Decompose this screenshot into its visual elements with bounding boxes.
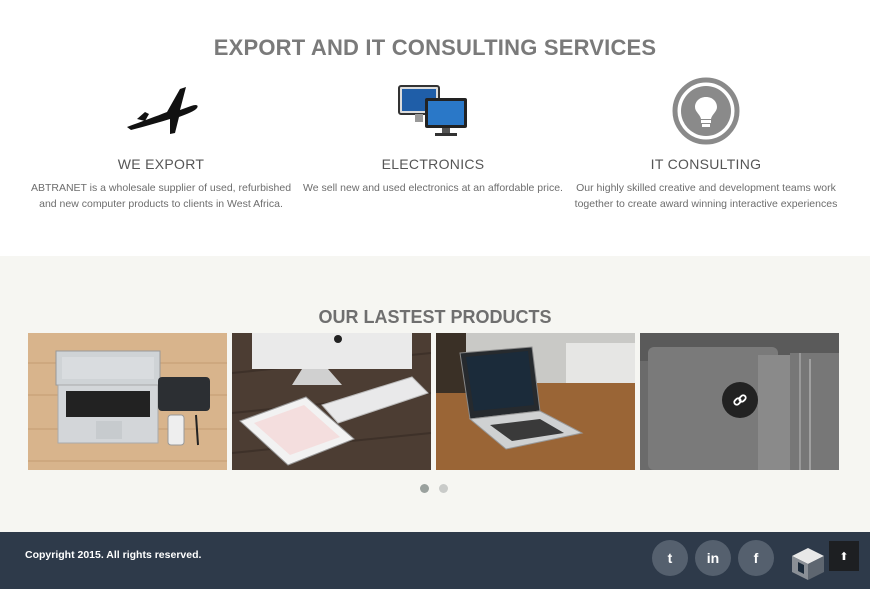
facebook-button[interactable]: f — [738, 540, 774, 576]
product-thumbnail-laptop-desk[interactable] — [28, 333, 227, 470]
linkedin-button[interactable]: in — [695, 540, 731, 576]
scroll-to-top-button[interactable]: ⬆ — [829, 541, 859, 571]
footer: Copyright 2015. All rights reserved. t i… — [0, 532, 870, 589]
carousel-pagination — [420, 484, 448, 493]
service-title: IT CONSULTING — [650, 156, 762, 172]
site-logo-cube — [790, 546, 826, 582]
link-icon[interactable] — [722, 382, 758, 418]
product-thumbnail-grey-laptop[interactable] — [640, 333, 839, 470]
service-electronics: ELECTRONICS We sell new and used electro… — [288, 78, 578, 196]
service-description: We sell new and used electronics at an a… — [303, 182, 563, 194]
arrow-up-icon: ⬆ — [839, 550, 849, 563]
products-section: OUR LASTEST PRODUCTS — [0, 256, 870, 532]
products-title: OUR LASTEST PRODUCTS — [318, 306, 552, 327]
copyright-text: Copyright 2015. All rights reserved. — [25, 549, 202, 561]
service-it-consulting: IT CONSULTING Our highly skilled creativ… — [561, 77, 851, 212]
carousel-dot-1[interactable] — [420, 484, 429, 493]
service-we-export: WE EXPORT ABTRANET is a wholesale suppli… — [16, 78, 306, 212]
airplane-icon — [16, 78, 306, 144]
monitors-icon — [288, 78, 578, 144]
service-description: Our highly skilled creative and developm… — [574, 182, 838, 210]
carousel-dot-2[interactable] — [439, 484, 448, 493]
product-thumbnail-imac-tablet[interactable] — [232, 333, 431, 470]
product-thumbnail-laptop-table[interactable] — [436, 333, 635, 470]
service-title: ELECTRONICS — [381, 156, 485, 172]
lightbulb-icon — [561, 77, 851, 145]
facebook-icon: f — [753, 550, 759, 566]
service-description: ABTRANET is a wholesale supplier of used… — [30, 182, 292, 210]
services-section: EXPORT AND IT CONSULTING SERVICES WE EXP… — [0, 0, 870, 256]
services-title: EXPORT AND IT CONSULTING SERVICES — [213, 35, 657, 61]
service-title: WE EXPORT — [117, 156, 205, 172]
twitter-icon: t — [667, 550, 673, 566]
linkedin-icon: in — [706, 550, 720, 566]
twitter-button[interactable]: t — [652, 540, 688, 576]
